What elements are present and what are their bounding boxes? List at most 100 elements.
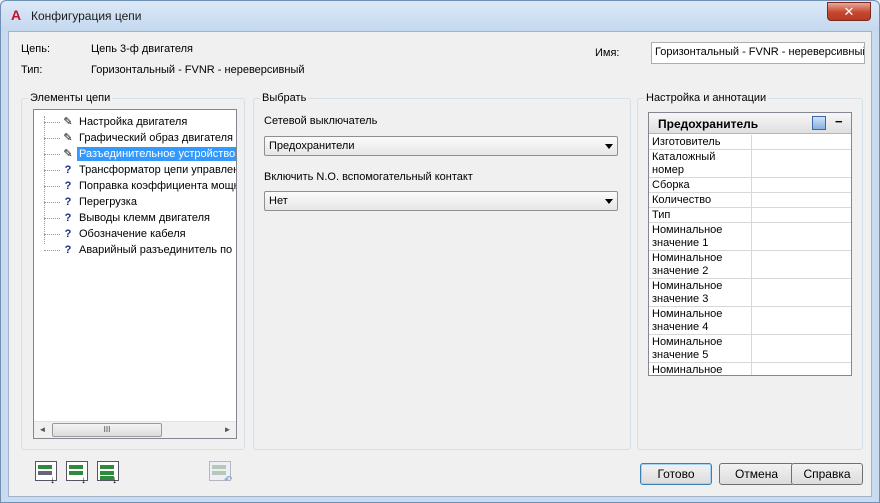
dialog-window: A Конфигурация цепи ✕ Цепь: Цепь 3-ф дви…: [0, 0, 880, 503]
property-row[interactable]: Каталожный номер: [649, 150, 851, 178]
property-name: Номинальное значение 2: [652, 252, 723, 277]
property-row[interactable]: Номинальное: [649, 363, 851, 376]
tree-item-label: Трансформатор цепи управлен: [79, 164, 237, 176]
property-grid-title: Предохранитель: [658, 117, 759, 131]
tree-item-label: Выводы клемм двигателя: [79, 212, 210, 224]
load-circuit-icon[interactable]: ↓: [95, 459, 123, 486]
window-title: Конфигурация цепи: [31, 9, 142, 23]
property-name: Сборка: [652, 179, 690, 191]
tree-item-motor-setup[interactable]: ✎ Настройка двигателя: [34, 114, 236, 130]
pencil-icon: ✎: [63, 116, 73, 128]
property-value[interactable]: [751, 135, 851, 149]
undo-config-icon[interactable]: ↶: [207, 459, 235, 486]
scroll-thumb[interactable]: III: [52, 423, 162, 437]
dialog-client-area: Цепь: Цепь 3-ф двигателя Тип: Горизонтал…: [8, 31, 872, 497]
property-row[interactable]: Сборка: [649, 178, 851, 193]
property-name: Каталожный номер: [652, 151, 716, 176]
property-row[interactable]: Тип: [649, 208, 851, 223]
tree-item-control-transformer[interactable]: ? Трансформатор цепи управлен: [34, 162, 237, 178]
type-label: Тип:: [21, 64, 43, 76]
pencil-icon: ✎: [63, 132, 73, 144]
property-value[interactable]: [751, 208, 851, 222]
circuit-value: Цепь 3-ф двигателя: [91, 43, 193, 55]
question-icon: ?: [64, 180, 72, 192]
chevron-down-icon: [605, 199, 613, 204]
property-name: Изготовитель: [652, 136, 721, 148]
property-value[interactable]: [751, 251, 851, 278]
property-value[interactable]: [751, 335, 851, 362]
catalog-browser-icon[interactable]: [812, 116, 826, 130]
property-grid-header: Предохранитель −: [649, 113, 851, 134]
property-value[interactable]: [751, 193, 851, 207]
annotations-group-title: Настройка и аннотации: [644, 92, 769, 104]
tree-item-cable-marker[interactable]: ? Обозначение кабеля: [34, 226, 236, 242]
tree-item-overload[interactable]: ? Перегрузка: [34, 194, 236, 210]
circuit-elements-title: Элементы цепи: [28, 92, 113, 104]
line-switch-select[interactable]: Предохранители: [264, 136, 618, 156]
property-row[interactable]: Номинальное значение 2: [649, 251, 851, 279]
copy-circuit-icon[interactable]: ↓: [33, 459, 61, 486]
ok-button[interactable]: Готово: [640, 463, 712, 485]
autocad-logo-icon: A: [10, 7, 22, 23]
tree-item-label: Обозначение кабеля: [79, 228, 186, 240]
property-row[interactable]: Количество: [649, 193, 851, 208]
property-name: Номинальное значение 3: [652, 280, 723, 305]
save-circuit-icon[interactable]: ↓: [64, 459, 92, 486]
pencil-icon: ✎: [63, 148, 73, 160]
tree-item-power-factor[interactable]: ? Поправка коэффициента мощн: [34, 178, 237, 194]
question-icon: ?: [64, 164, 72, 176]
tree-item-emergency-disconnect[interactable]: ? Аварийный разъединитель по: [34, 242, 236, 258]
tree-horizontal-scrollbar[interactable]: ◄ III ►: [34, 421, 236, 438]
property-row[interactable]: Номинальное значение 3: [649, 279, 851, 307]
property-value[interactable]: [751, 279, 851, 306]
property-value[interactable]: [751, 178, 851, 192]
collapse-icon[interactable]: −: [835, 114, 843, 129]
property-value[interactable]: [751, 223, 851, 250]
property-name: Номинальное значение 1: [652, 224, 723, 249]
no-contact-label: Включить N.O. вспомогательный контакт: [264, 171, 473, 183]
property-name: Тип: [652, 209, 671, 221]
property-name: Номинальное: [652, 364, 723, 376]
question-icon: ?: [64, 244, 72, 256]
tree-item-label: Графический образ двигателя: [79, 132, 233, 144]
tree-item-label: Поправка коэффициента мощн: [79, 180, 237, 192]
circuit-elements-tree[interactable]: ✎ Настройка двигателя ✎ Графический обра…: [33, 109, 237, 439]
question-icon: ?: [64, 228, 72, 240]
property-row[interactable]: Номинальное значение 5: [649, 335, 851, 363]
property-row[interactable]: Номинальное значение 1: [649, 223, 851, 251]
property-name: Количество: [652, 194, 712, 206]
select-group-title: Выбрать: [260, 92, 309, 104]
property-row[interactable]: Изготовитель: [649, 135, 851, 150]
property-value[interactable]: [751, 150, 851, 177]
tree-item-label: Настройка двигателя: [79, 116, 188, 128]
property-grid[interactable]: Предохранитель − Изготовитель Каталожный…: [648, 112, 852, 376]
help-button[interactable]: Справка: [791, 463, 863, 485]
cancel-button[interactable]: Отмена: [719, 463, 794, 485]
name-input[interactable]: Горизонтальный - FVNR - нереверсивный: [651, 42, 865, 64]
title-bar[interactable]: A Конфигурация цепи ✕: [1, 1, 879, 31]
property-value[interactable]: [751, 307, 851, 334]
scroll-left-icon[interactable]: ◄: [34, 422, 51, 438]
property-value[interactable]: [751, 363, 851, 375]
question-icon: ?: [64, 196, 72, 208]
chevron-down-icon: [605, 144, 613, 149]
tree-item-disconnect-device[interactable]: ✎ Разъединительное устройство: [34, 146, 236, 162]
property-name: Номинальное значение 4: [652, 308, 723, 333]
question-icon: ?: [64, 212, 72, 224]
line-switch-label: Сетевой выключатель: [264, 115, 378, 127]
line-switch-value: Предохранители: [269, 140, 355, 152]
tree-item-label: Разъединительное устройство: [77, 147, 236, 161]
tree-item-label: Аварийный разъединитель по: [79, 244, 233, 256]
tree-item-motor-graphic[interactable]: ✎ Графический образ двигателя: [34, 130, 236, 146]
property-name: Номинальное значение 5: [652, 336, 723, 361]
type-value: Горизонтальный - FVNR - нереверсивный: [91, 64, 305, 76]
tree-item-motor-terminals[interactable]: ? Выводы клемм двигателя: [34, 210, 236, 226]
no-contact-value: Нет: [269, 195, 288, 207]
close-button[interactable]: ✕: [827, 2, 871, 21]
tree-item-label: Перегрузка: [79, 196, 137, 208]
no-contact-select[interactable]: Нет: [264, 191, 618, 211]
name-label: Имя:: [595, 47, 620, 59]
scroll-right-icon[interactable]: ►: [219, 422, 236, 438]
circuit-label: Цепь:: [21, 43, 50, 55]
property-row[interactable]: Номинальное значение 4: [649, 307, 851, 335]
